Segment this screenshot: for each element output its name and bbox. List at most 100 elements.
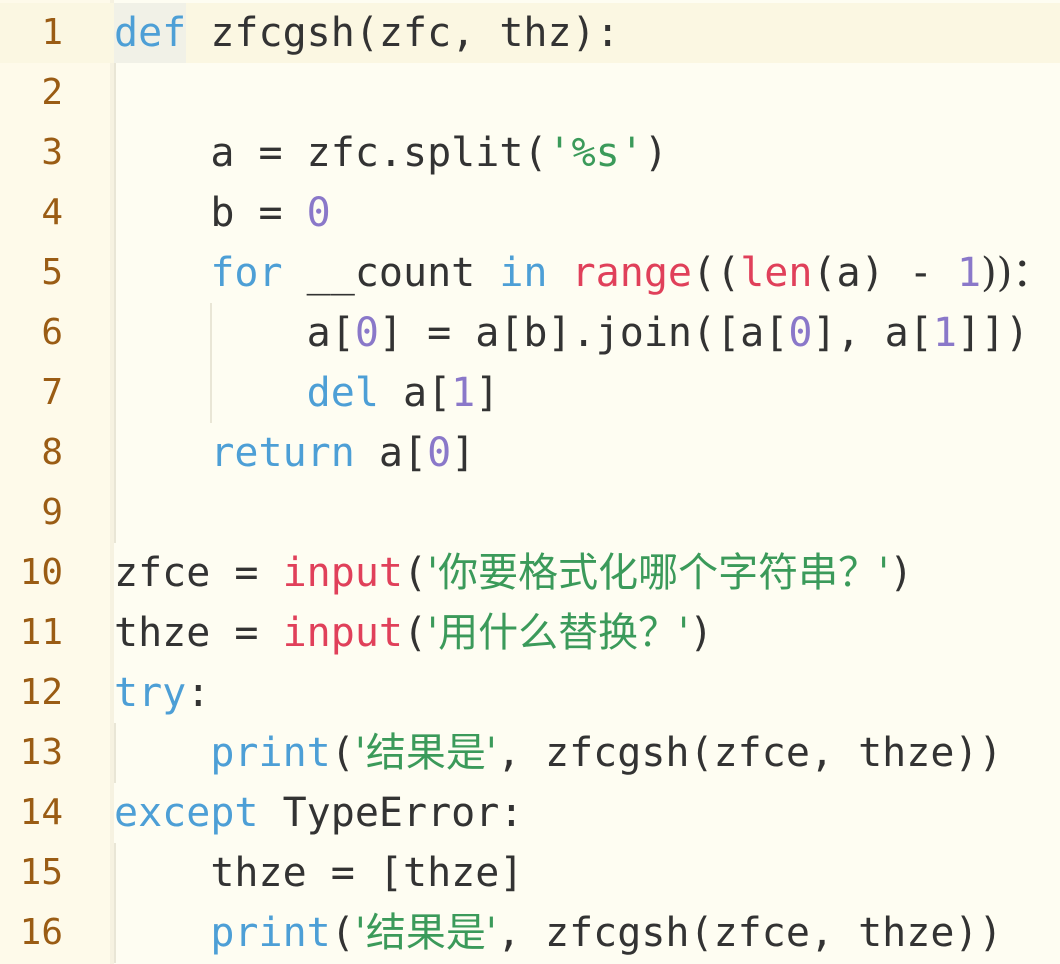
code-token: ))： (981, 250, 1053, 296)
code-line[interactable]: 12 try: (0, 663, 1060, 723)
code-token: input (282, 550, 403, 596)
code-token: ( (403, 550, 428, 596)
code-token: print (114, 910, 331, 956)
line-number: 10 (19, 552, 63, 593)
code-token: return (114, 430, 355, 476)
code-text: b = 0 (114, 183, 331, 243)
code-token: ( (330, 910, 355, 956)
line-number: 16 (19, 912, 63, 953)
code-line[interactable]: 3 a = zfc.split('%s') (0, 123, 1060, 183)
code-text: except TypeError: (114, 783, 523, 843)
code-text: return a[0] (114, 423, 475, 483)
code-text: thze = input('用什么替换？') (114, 603, 713, 663)
code-token: ) (889, 550, 914, 596)
code-token: ], a[ (812, 310, 933, 356)
code-line[interactable]: 9 (0, 483, 1060, 543)
code-text: del a[1] (114, 363, 500, 423)
line-number: 1 (41, 12, 63, 53)
code-line[interactable]: 10 zfce = input('你要格式化哪个字符串？') (0, 543, 1060, 603)
code-line[interactable]: 16 print('结果是', zfcgsh(zfce, thze)) (0, 903, 1060, 963)
line-number: 12 (19, 672, 63, 713)
code-text: print('结果是', zfcgsh(zfce, thze)) (114, 723, 1003, 783)
code-token: a = zfc.split( (114, 130, 548, 176)
code-token: ] (451, 430, 476, 476)
code-token: , zfcgsh(zfce, thze)) (496, 910, 1003, 956)
code-token: __count (282, 250, 500, 296)
code-line[interactable]: 11 thze = input('用什么替换？') (0, 603, 1060, 663)
code-token: del (114, 370, 379, 416)
code-line[interactable]: 14 except TypeError: (0, 783, 1060, 843)
line-number: 3 (41, 132, 63, 173)
code-token: 0 (354, 310, 379, 356)
code-token: 1 (451, 370, 476, 416)
code-token: '结果是' (354, 730, 497, 776)
code-token: 1 (956, 250, 982, 296)
line-number: 14 (19, 792, 63, 833)
code-token: for (114, 250, 283, 296)
indent-guide (114, 63, 116, 543)
line-number: 5 (41, 252, 63, 293)
line-number: 11 (19, 612, 63, 653)
code-line[interactable]: 13 print('结果是', zfcgsh(zfce, thze)) (0, 723, 1060, 783)
code-line[interactable]: 15 thze = [thze] (0, 843, 1060, 903)
code-text: print('结果是', zfcgsh(zfce, thze)) (114, 903, 1003, 963)
line-number: 13 (19, 732, 63, 773)
code-token: except (114, 790, 259, 836)
code-token: b = (114, 190, 307, 236)
code-text: try: (114, 663, 210, 723)
indent-guide (114, 723, 116, 783)
code-token: ( (403, 610, 428, 656)
code-line[interactable]: 8 return a[0] (0, 423, 1060, 483)
code-line[interactable]: 6 a[0] = a[b].join([a[0], a[1]]) (0, 303, 1060, 363)
code-token: , zfcgsh(zfce, thze)) (496, 730, 1003, 776)
code-line[interactable]: 1 def zfcgsh(zfc, thz): (0, 3, 1060, 63)
code-line[interactable]: 7 del a[1] (0, 363, 1060, 423)
line-number: 7 (41, 372, 63, 413)
code-token: len (740, 250, 813, 296)
code-token: def (114, 10, 187, 56)
code-token: ( (330, 730, 355, 776)
code-text: def zfcgsh(zfc, thz): (114, 3, 620, 63)
code-token: try (114, 670, 187, 716)
indent-guide (210, 303, 212, 423)
code-token: '%s' (547, 130, 644, 176)
code-editor[interactable]: 1 def zfcgsh(zfc, thz): 2 3 a = zfc.split('… (0, 0, 1060, 964)
code-token: (a) - (812, 250, 957, 296)
code-token: input (282, 610, 403, 656)
code-token: 1 (932, 310, 957, 356)
code-token: a[ (378, 370, 452, 416)
code-line[interactable]: 4 b = 0 (0, 183, 1060, 243)
code-token: 0 (788, 310, 813, 356)
code-text: thze = [thze] (114, 843, 523, 903)
line-number: 4 (41, 192, 63, 233)
code-token: ] (475, 370, 500, 416)
code-token: a[ (114, 310, 355, 356)
code-line[interactable]: 5 for __count in range((len(a) - 1))： (0, 243, 1060, 303)
code-token: range (571, 250, 693, 296)
code-token: : (186, 670, 211, 716)
code-line[interactable]: 2 (0, 63, 1060, 123)
code-token: 0 (427, 430, 452, 476)
code-token: ) (643, 130, 668, 176)
code-token: zfcgsh(zfc, thz): (186, 10, 620, 56)
code-token: zfce = (114, 550, 283, 596)
code-text: zfce = input('你要格式化哪个字符串？') (114, 543, 913, 603)
code-token: in (499, 250, 548, 296)
line-number: 6 (41, 312, 63, 353)
code-token: ) (689, 610, 714, 656)
line-number: 2 (41, 72, 63, 113)
code-token: TypeError: (258, 790, 524, 836)
code-token: ]]) (956, 310, 1030, 356)
code-token: print (114, 730, 331, 776)
code-token: thze = [thze] (114, 850, 524, 896)
code-token: 0 (306, 190, 331, 236)
code-token: a[ (354, 430, 428, 476)
code-token: ] = a[b].join([a[ (378, 310, 789, 356)
line-number: 9 (41, 492, 63, 533)
code-token: (( (692, 250, 741, 296)
code-text: a = zfc.split('%s') (114, 123, 668, 183)
line-number: 15 (19, 852, 63, 893)
code-text: a[0] = a[b].join([a[0], a[1]]) (114, 303, 1030, 363)
code-token: '你要格式化哪个字符串？' (427, 550, 890, 596)
